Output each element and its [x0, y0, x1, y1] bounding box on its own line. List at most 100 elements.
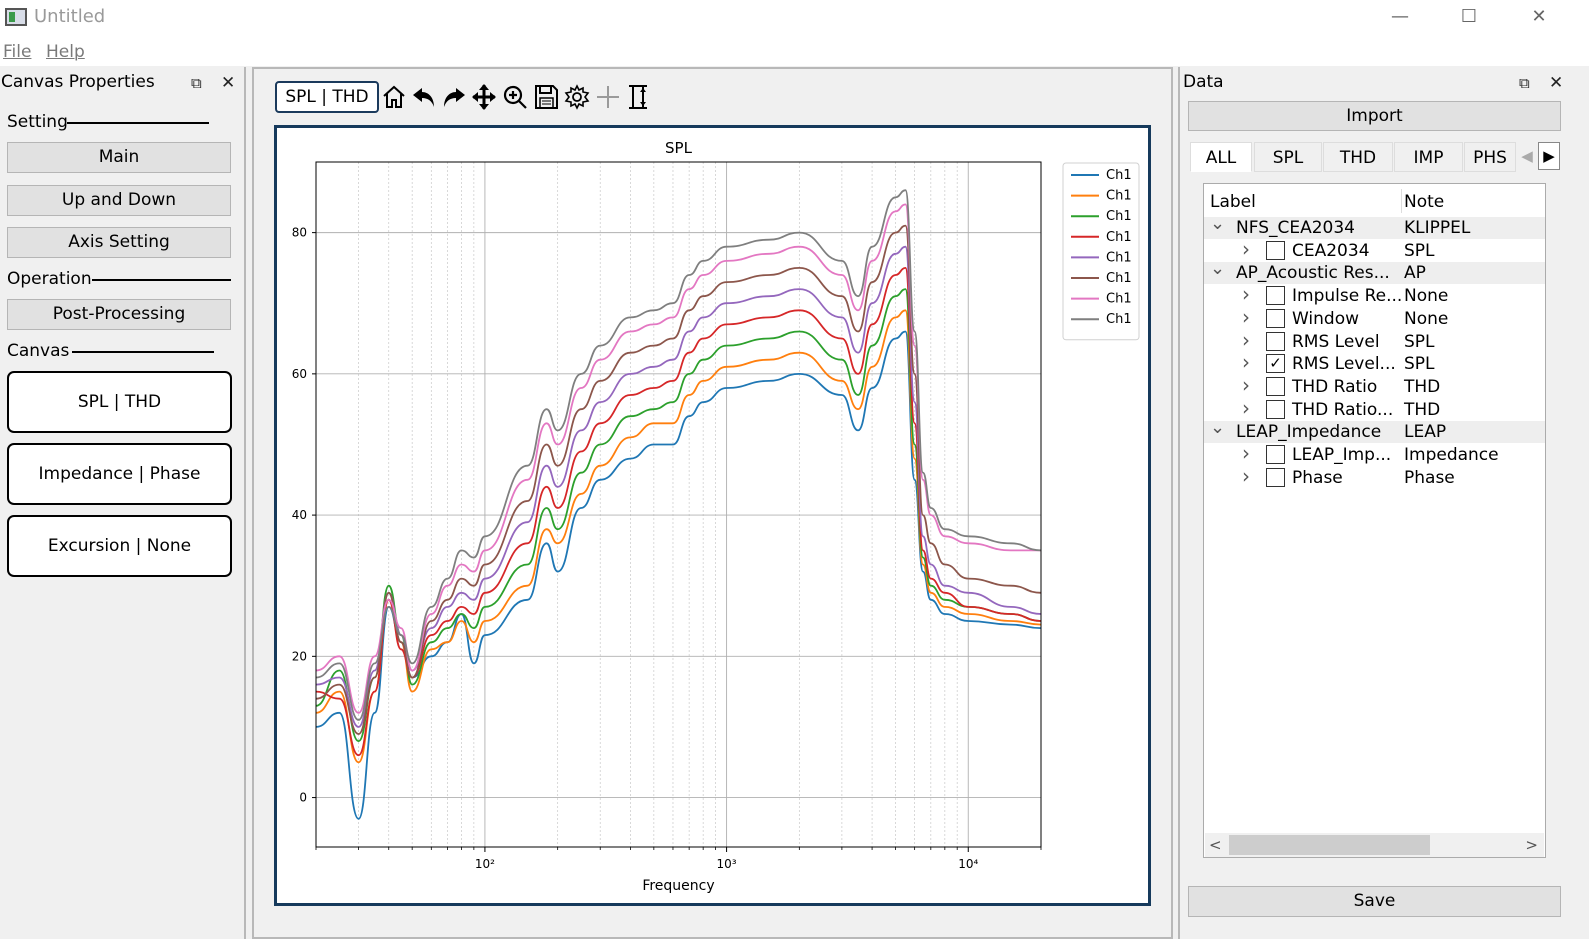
tree-item-row[interactable]: › RMS Level SPL	[1204, 328, 1545, 353]
item-checkbox[interactable]	[1266, 467, 1285, 487]
setting-label: Setting	[7, 112, 68, 132]
canvas-divider	[72, 351, 214, 353]
close-button[interactable]: ✕	[1504, 0, 1574, 36]
chevron-down-icon[interactable]: ⌄	[1210, 213, 1225, 234]
crosshair-icon[interactable]	[594, 82, 622, 112]
tree-group-row[interactable]: ⌄ LEAP_Impedance LEAP	[1204, 417, 1545, 444]
item-checkbox[interactable]	[1266, 445, 1285, 464]
tab-spl[interactable]: SPL	[1254, 142, 1322, 172]
title-bar	[0, 0, 1589, 36]
canvas-label: Canvas	[7, 341, 70, 361]
tree-item-label: Impulse Re...	[1292, 286, 1403, 307]
undo-icon[interactable]	[410, 82, 438, 112]
tab-phs[interactable]: PHS	[1464, 142, 1516, 172]
tab-scroll-left-icon[interactable]: ◀	[1517, 142, 1537, 170]
tab-thd[interactable]: THD	[1323, 142, 1393, 172]
legend-label: Ch1	[1106, 168, 1132, 183]
chevron-right-icon[interactable]: ›	[1242, 441, 1250, 465]
tree-group-row[interactable]: ⌄ NFS_CEA2034 KLIPPEL	[1204, 213, 1545, 239]
tab-spl-thd[interactable]: SPL | THD	[275, 81, 379, 113]
save-button[interactable]: Save	[1188, 886, 1561, 917]
legend-label: Ch1	[1106, 209, 1132, 224]
tree-item-label: AP_Acoustic Res...	[1236, 263, 1390, 284]
tree-item-row[interactable]: › Phase Phase	[1204, 464, 1545, 489]
adjust-icon[interactable]	[624, 82, 652, 112]
tab-scroll-right-icon[interactable]: ▶	[1538, 142, 1560, 170]
tree-item-note: None	[1404, 286, 1449, 307]
tree-item-row[interactable]: › THD Ratio THD	[1204, 373, 1545, 398]
home-icon[interactable]	[380, 82, 408, 112]
item-checkbox[interactable]	[1266, 399, 1285, 419]
item-checkbox[interactable]	[1266, 331, 1285, 351]
tree-item-note: None	[1404, 308, 1449, 329]
pan-icon[interactable]	[470, 82, 498, 112]
x-tick-label: 10³	[717, 857, 737, 871]
canvas-excursion-none-button[interactable]: Excursion | None	[7, 515, 232, 577]
tree-item-row[interactable]: › THD Ratio... THD	[1204, 396, 1545, 421]
item-checkbox[interactable]	[1266, 240, 1285, 260]
tab-all[interactable]: ALL	[1190, 142, 1252, 172]
menu-file[interactable]: File	[3, 42, 31, 62]
chevron-down-icon[interactable]: ⌄	[1210, 258, 1225, 279]
tree-item-row[interactable]: › LEAP_Imp... Impedance	[1204, 441, 1545, 466]
series-line-2	[316, 309, 1041, 764]
chevron-right-icon[interactable]: ›	[1242, 282, 1250, 306]
tree-horizontal-scrollbar[interactable]: < >	[1205, 833, 1544, 857]
y-tick-label: 60	[292, 367, 307, 381]
tree-item-row[interactable]: › ✓ RMS Level... SPL	[1204, 350, 1545, 375]
column-note-header[interactable]: Note	[1404, 192, 1444, 212]
maximize-button[interactable]: ☐	[1434, 0, 1504, 36]
settings-icon[interactable]	[563, 82, 591, 112]
scrollbar-thumb[interactable]	[1229, 835, 1430, 855]
tree-item-row[interactable]: › CEA2034 SPL	[1204, 237, 1545, 262]
tree-header: Label Note	[1204, 189, 1545, 213]
menu-bar	[0, 36, 1589, 66]
menu-help[interactable]: Help	[46, 42, 85, 62]
tab-imp[interactable]: IMP	[1394, 142, 1463, 172]
chevron-down-icon[interactable]: ⌄	[1210, 417, 1225, 438]
chart-title: SPL	[665, 139, 693, 157]
chevron-right-icon[interactable]: ›	[1242, 305, 1250, 329]
item-checkbox[interactable]	[1266, 286, 1285, 306]
y-tick-label: 40	[292, 508, 307, 522]
canvas-spl-thd-button[interactable]: SPL | THD	[7, 371, 232, 433]
main-button[interactable]: Main	[7, 142, 231, 173]
chevron-right-icon[interactable]: ›	[1242, 373, 1250, 397]
operation-divider	[92, 279, 231, 281]
scroll-left-icon[interactable]: <	[1209, 836, 1222, 854]
item-checkbox[interactable]	[1266, 308, 1285, 328]
chevron-right-icon[interactable]: ›	[1242, 328, 1250, 352]
column-label-header[interactable]: Label	[1210, 192, 1256, 212]
axis-setting-button[interactable]: Axis Setting	[7, 227, 231, 258]
item-checkbox[interactable]	[1266, 376, 1285, 396]
zoom-icon[interactable]	[501, 82, 529, 112]
tree-item-label: NFS_CEA2034	[1236, 218, 1355, 238]
tree-item-label: THD Ratio	[1292, 376, 1378, 397]
x-tick-label: 10⁴	[958, 857, 978, 871]
chevron-right-icon[interactable]: ›	[1242, 350, 1250, 374]
y-tick-label: 0	[299, 791, 307, 805]
minimize-button[interactable]: —	[1365, 0, 1435, 36]
undock-icon[interactable]: ⧉	[1519, 74, 1530, 92]
import-button[interactable]: Import	[1188, 101, 1561, 131]
tree-group-row[interactable]: ⌄ AP_Acoustic Res... AP	[1204, 258, 1545, 285]
tree-item-row[interactable]: › Impulse Re... None	[1204, 282, 1545, 307]
series-line-1	[316, 330, 1041, 820]
item-checkbox[interactable]: ✓	[1266, 354, 1285, 374]
post-processing-button[interactable]: Post-Processing	[7, 299, 231, 330]
tree-item-row[interactable]: › Window None	[1204, 305, 1545, 330]
canvas-impedance-phase-button[interactable]: Impedance | Phase	[7, 443, 232, 505]
y-tick-label: 80	[292, 226, 307, 240]
scroll-right-icon[interactable]: >	[1525, 836, 1538, 854]
save-icon[interactable]	[532, 82, 560, 112]
chevron-right-icon[interactable]: ›	[1242, 464, 1250, 488]
close-dock-icon[interactable]: ✕	[1549, 73, 1563, 93]
up-and-down-button[interactable]: Up and Down	[7, 185, 231, 216]
close-dock-icon[interactable]: ✕	[221, 73, 235, 93]
spl-chart[interactable]: SPL 0 20 40 60 80 10² 10³ 10⁴ Frequency Ch1 Ch1 Ch1 C…	[277, 128, 1148, 903]
redo-icon[interactable]	[440, 82, 468, 112]
chevron-right-icon[interactable]: ›	[1242, 396, 1250, 420]
chevron-right-icon[interactable]: ›	[1242, 237, 1250, 261]
undock-icon[interactable]: ⧉	[191, 74, 202, 92]
data-tree[interactable]: Label Note ⌄ NFS_CEA2034 KLIPPEL › CEA2034 SP…	[1203, 183, 1546, 858]
